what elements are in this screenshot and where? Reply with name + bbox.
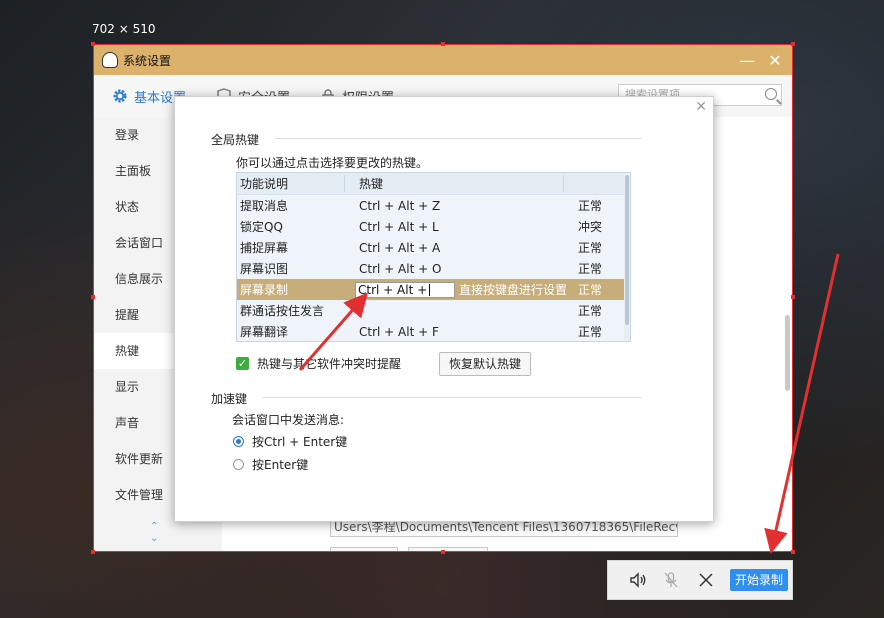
table-row[interactable]: 捕捉屏幕 Ctrl + Alt + A 正常	[237, 237, 630, 258]
hotkey-value: Ctrl + Alt + A	[359, 240, 441, 255]
chevron-down-icon[interactable]: ⌄	[150, 533, 158, 545]
hotkey-status: 正常	[578, 304, 603, 318]
selection-handle[interactable]	[91, 42, 95, 46]
hotkey-table: 功能说明 热键 提取消息 Ctrl + Alt + Z 正常 锁定QQ Ctrl…	[236, 172, 631, 342]
gear-icon	[113, 89, 127, 103]
hotkey-edit-cell[interactable]: Ctrl + Alt + 直接按键盘进行设置	[345, 281, 568, 298]
selection-handle[interactable]	[441, 550, 445, 554]
start-recording-button[interactable]: 开始录制	[730, 569, 788, 591]
restore-default-hotkeys-button[interactable]: 恢复默认热键	[439, 352, 531, 376]
global-hotkeys-title: 全局热键	[211, 133, 260, 147]
recording-toolbar: 开始录制	[607, 560, 793, 600]
hotkey-value: Ctrl + Alt + Z	[359, 198, 441, 213]
table-row[interactable]: 锁定QQ Ctrl + Alt + L 冲突	[237, 216, 630, 237]
hotkey-edit-input[interactable]: Ctrl + Alt +	[355, 282, 455, 298]
hotkey-function: 屏幕识图	[240, 262, 289, 276]
selection-handle[interactable]	[441, 42, 445, 46]
hotkey-function: 群通话按住发言	[240, 304, 325, 318]
minimize-button[interactable]: —	[736, 49, 758, 71]
hotkey-dialog: ✕ 全局热键 你可以通过点击选择要更改的热键。 功能说明 热键 提取消息 Ctr…	[174, 96, 714, 522]
column-header-hotkey: 热键	[345, 175, 564, 192]
conflict-reminder-checkbox[interactable]: ✓ 热键与其它软件冲突时提醒	[236, 355, 401, 372]
hotkey-status: 正常	[578, 241, 603, 255]
checkmark-icon[interactable]: ✓	[236, 357, 249, 370]
hotkey-function: 屏幕录制	[240, 283, 289, 297]
hotkey-value: Ctrl + Alt + L	[359, 219, 439, 234]
background-button[interactable]	[330, 547, 398, 551]
send-message-label: 会话窗口中发送消息:	[232, 413, 345, 427]
chevron-up-icon[interactable]: ⌃	[150, 521, 158, 533]
selection-handle[interactable]	[91, 550, 95, 554]
qq-penguin-icon	[102, 52, 118, 68]
background-button[interactable]	[408, 547, 488, 551]
scrollbar-thumb[interactable]	[625, 175, 629, 325]
speaker-icon[interactable]	[628, 570, 648, 590]
hotkey-edit-value: Ctrl + Alt +	[358, 283, 428, 297]
close-window-button[interactable]: ✕	[764, 49, 786, 71]
hotkey-status: 正常	[578, 262, 603, 276]
table-scrollbar[interactable]	[624, 173, 630, 341]
hotkey-status: 冲突	[578, 220, 603, 234]
window-title: 系统设置	[123, 53, 172, 68]
selection-handle[interactable]	[791, 295, 795, 299]
sidebar-scroll-arrows[interactable]: ⌃ ⌄	[150, 521, 158, 545]
mic-muted-icon[interactable]	[661, 570, 681, 590]
dimensions-label: 702 × 510	[92, 22, 156, 36]
hotkey-value: Ctrl + Alt + F	[359, 324, 439, 339]
hotkey-status: 正常	[578, 325, 603, 339]
radio-enter[interactable]: 按Enter键	[233, 456, 308, 473]
checkbox-label: 热键与其它软件冲突时提醒	[257, 357, 402, 371]
close-icon[interactable]: ✕	[695, 99, 707, 115]
hotkey-function: 捕捉屏幕	[240, 241, 289, 255]
selection-handle[interactable]	[791, 550, 795, 554]
radio-button-selected[interactable]	[233, 436, 244, 447]
table-header: 功能说明 热键	[237, 173, 630, 195]
hotkey-function: 锁定QQ	[240, 220, 283, 234]
divider	[275, 138, 641, 139]
table-row[interactable]: 群通话按住发言 正常	[237, 300, 630, 321]
selection-handle[interactable]	[791, 42, 795, 46]
hotkey-hint: 你可以通过点击选择要更改的热键。	[236, 156, 429, 170]
radio-ctrl-enter[interactable]: 按Ctrl + Enter键	[233, 433, 347, 450]
hotkey-function: 屏幕翻译	[240, 325, 289, 339]
divider	[263, 397, 641, 398]
hotkey-status: 正常	[578, 199, 603, 213]
radio-label: 按Ctrl + Enter键	[252, 435, 348, 449]
hotkey-function: 提取消息	[240, 199, 289, 213]
table-row[interactable]: 屏幕翻译 Ctrl + Alt + F 正常	[237, 321, 630, 341]
title-bar[interactable]: 系统设置 — ✕	[94, 45, 792, 75]
hotkey-edit-hint: 直接按键盘进行设置	[459, 283, 568, 297]
text-caret	[429, 284, 431, 296]
hotkey-value: Ctrl + Alt + O	[359, 261, 442, 276]
table-row-selected[interactable]: 屏幕录制 Ctrl + Alt + 直接按键盘进行设置 正常	[237, 279, 630, 300]
selection-handle[interactable]	[91, 295, 95, 299]
content-scrollbar[interactable]	[785, 315, 790, 391]
column-header-function: 功能说明	[237, 175, 345, 192]
table-row[interactable]: 提取消息 Ctrl + Alt + Z 正常	[237, 195, 630, 216]
accelerator-keys-title: 加速键	[211, 392, 248, 406]
hotkey-status: 正常	[578, 283, 603, 297]
table-row[interactable]: 屏幕识图 Ctrl + Alt + O 正常	[237, 258, 630, 279]
radio-label: 按Enter键	[252, 458, 309, 472]
radio-button[interactable]	[233, 459, 244, 470]
search-icon[interactable]	[765, 88, 777, 100]
close-icon[interactable]	[696, 570, 716, 590]
